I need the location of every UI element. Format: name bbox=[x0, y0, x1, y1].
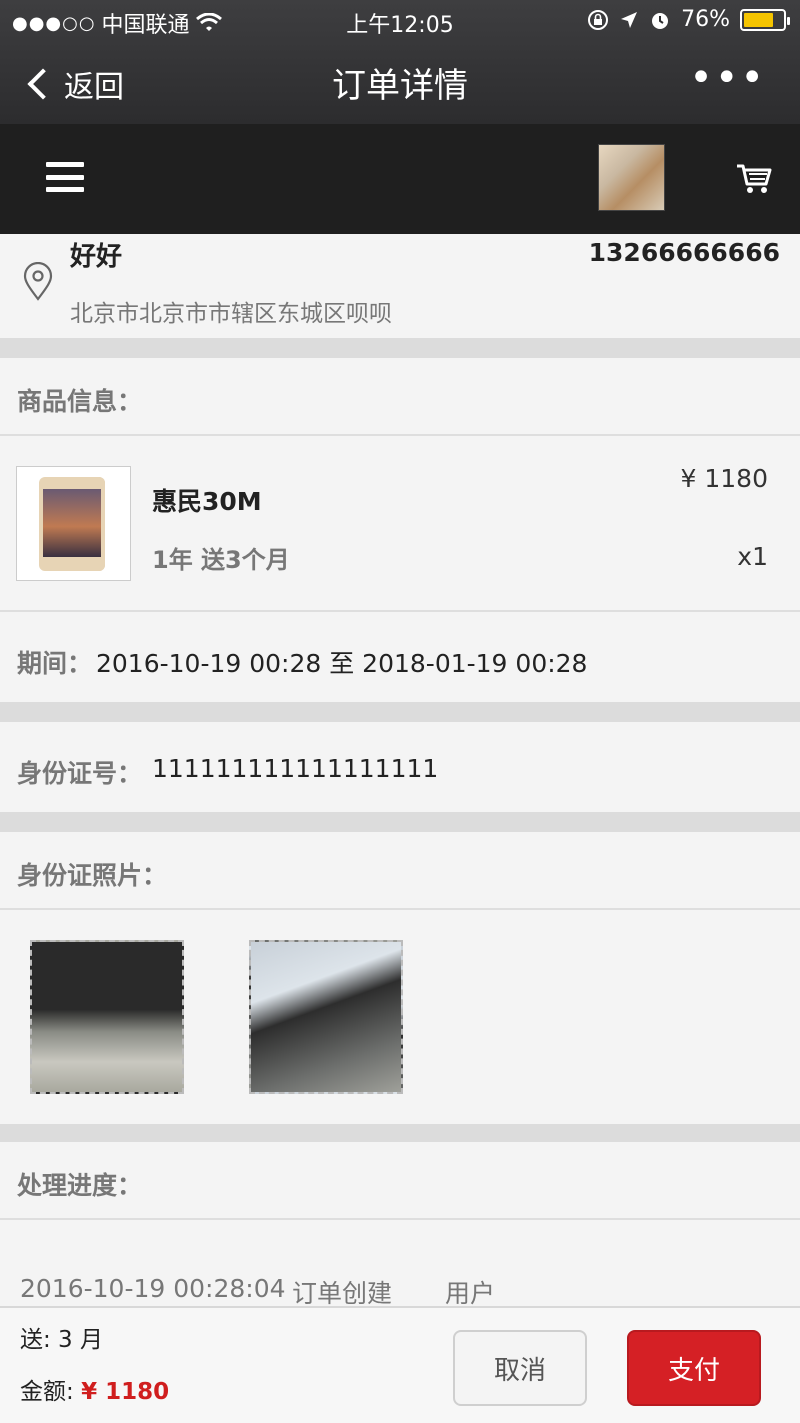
id-photos-header: 身份证照片： bbox=[0, 832, 800, 910]
id-number-label: 身份证号： bbox=[17, 759, 143, 788]
id-photos-label: 身份证照片： bbox=[17, 861, 168, 890]
section-divider bbox=[0, 812, 800, 832]
section-divider bbox=[0, 702, 800, 722]
product-name: 惠民30M bbox=[152, 487, 262, 516]
recipient-phone: 13266666666 bbox=[588, 238, 780, 267]
battery-fill bbox=[744, 12, 773, 27]
product-price: ¥ 1180 bbox=[680, 464, 768, 493]
wechat-top-bar: ●●●○○ 中国联通 上午12:05 76% 返回 订单详情 ••• bbox=[0, 0, 800, 124]
location-arrow-icon bbox=[621, 11, 638, 28]
id-photos bbox=[0, 910, 800, 1124]
section-divider bbox=[0, 1124, 800, 1142]
page-title: 订单详情 bbox=[332, 66, 468, 106]
period-value: 2016-10-19 00:28 至 2018-01-19 00:28 bbox=[96, 649, 588, 678]
app-header bbox=[0, 124, 800, 234]
battery-percent: 76% bbox=[681, 7, 730, 32]
product-quantity: x1 bbox=[737, 542, 768, 571]
product-section-label: 商品信息： bbox=[17, 387, 143, 416]
progress-label: 处理进度： bbox=[17, 1171, 143, 1200]
more-menu-button[interactable]: ••• bbox=[689, 58, 766, 98]
rotation-lock-icon bbox=[588, 9, 609, 30]
amount-label: 金额: bbox=[20, 1379, 74, 1405]
amount-value: ¥ 1180 bbox=[81, 1379, 170, 1405]
progress-event: 订单创建 bbox=[292, 1279, 393, 1308]
status-right: 76% bbox=[587, 7, 790, 32]
product-section-header: 商品信息： bbox=[0, 358, 800, 436]
cancel-button[interactable]: 取消 bbox=[453, 1330, 587, 1406]
shipping-address[interactable]: 好好 13266666666 北京市北京市市辖区东城区呗呗 bbox=[0, 234, 800, 338]
progress-actor: 用户 bbox=[445, 1279, 496, 1308]
user-avatar[interactable] bbox=[598, 144, 665, 211]
id-photo-front[interactable] bbox=[30, 940, 184, 1094]
battery-icon bbox=[740, 8, 790, 31]
order-action-bar: 送: 3 月 金额: ¥ 1180 取消 支付 bbox=[0, 1306, 800, 1423]
recipient-name: 好好 bbox=[70, 242, 123, 272]
status-bar: ●●●○○ 中国联通 上午12:05 76% bbox=[0, 0, 800, 40]
product-item[interactable]: 惠民30M 1年 送3个月 ¥ 1180 x1 bbox=[0, 436, 800, 612]
pay-button[interactable]: 支付 bbox=[627, 1330, 761, 1406]
product-spec: 1年 送3个月 bbox=[152, 546, 290, 574]
product-thumbnail bbox=[16, 466, 131, 581]
period-row: 期间： 2016-10-19 00:28 至 2018-01-19 00:28 bbox=[0, 612, 800, 702]
hamburger-menu-icon[interactable] bbox=[46, 162, 84, 192]
id-number-value: 111111111111111111 bbox=[152, 754, 439, 783]
period-label: 期间： bbox=[17, 649, 93, 678]
order-amount: 金额: ¥ 1180 bbox=[20, 1372, 169, 1406]
progress-time: 2016-10-19 00:28:04 bbox=[20, 1274, 286, 1303]
phone-front-image bbox=[39, 477, 105, 571]
nav-bar: 返回 订单详情 ••• bbox=[0, 40, 800, 124]
id-photo-back[interactable] bbox=[249, 940, 403, 1094]
id-number-row: 身份证号： 111111111111111111 bbox=[0, 722, 800, 812]
cart-icon[interactable] bbox=[734, 158, 774, 198]
address-detail: 北京市北京市市辖区东城区呗呗 bbox=[70, 301, 392, 327]
alarm-icon bbox=[652, 12, 669, 29]
location-pin-icon bbox=[23, 262, 53, 301]
progress-entry: 2016-10-19 00:28:04 订单创建 用户 bbox=[0, 1220, 800, 1320]
section-divider bbox=[0, 338, 800, 358]
gift-months: 送: 3 月 bbox=[20, 1327, 104, 1353]
progress-header: 处理进度： bbox=[0, 1142, 800, 1220]
